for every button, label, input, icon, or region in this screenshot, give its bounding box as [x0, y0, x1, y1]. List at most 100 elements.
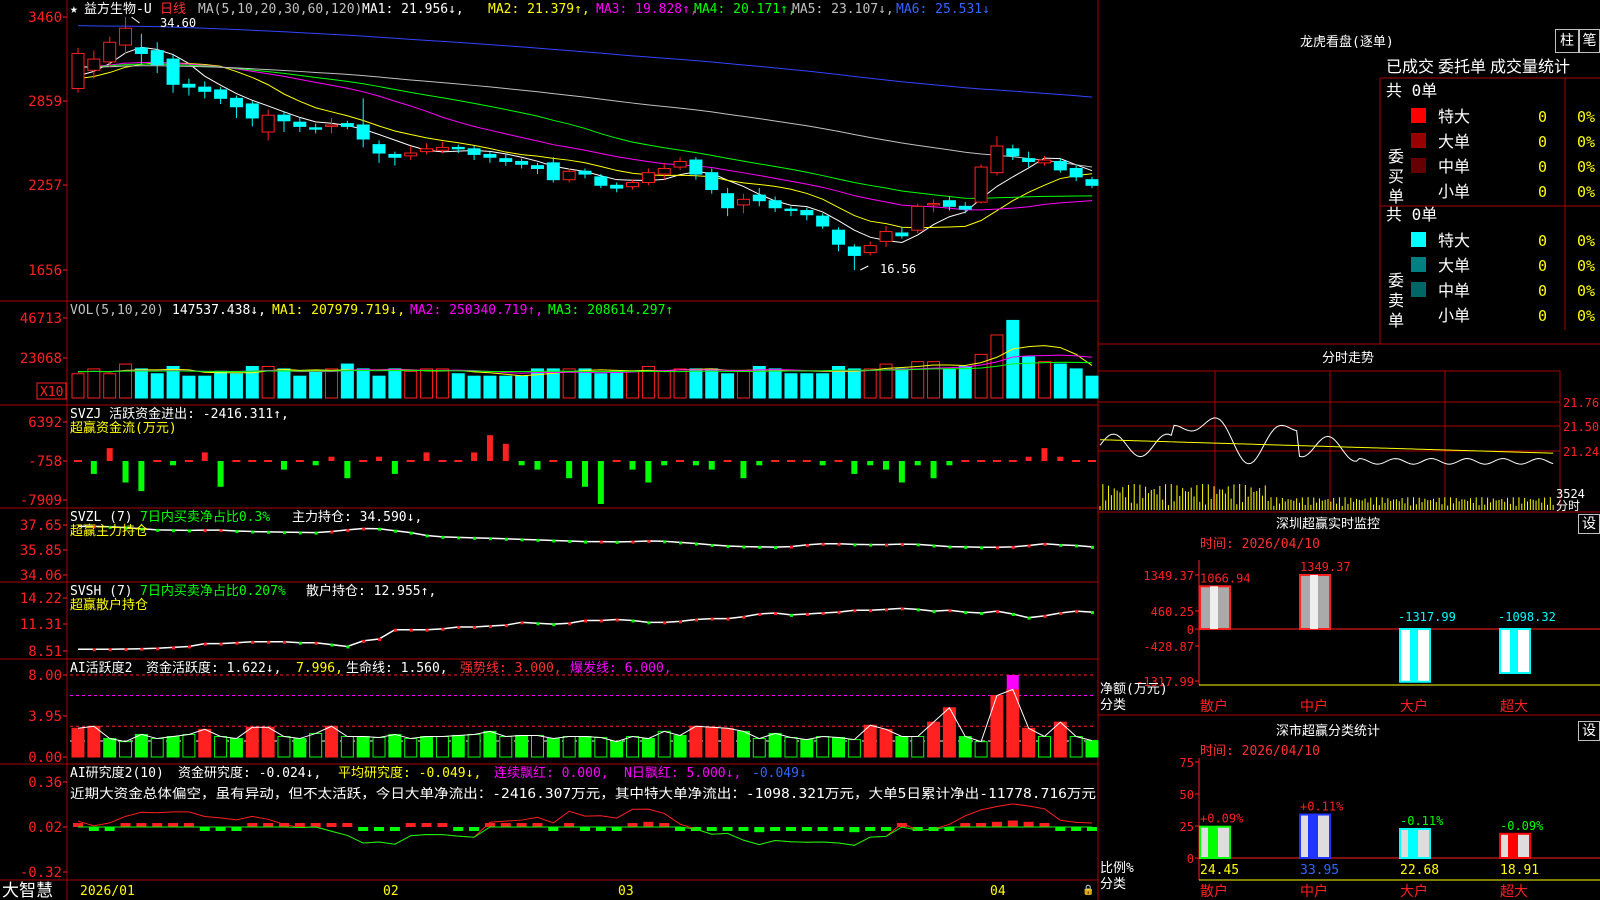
flow-bar	[344, 461, 351, 479]
ma4-value: MA4: 20.171↑,	[694, 2, 796, 17]
volume-bar	[483, 375, 497, 399]
activity-bar	[1085, 740, 1099, 758]
sz-monitor-time: 时间: 2026/04/10	[1200, 537, 1320, 552]
holding-marker	[631, 619, 635, 623]
lock-icon[interactable]: 🔒	[1082, 884, 1094, 896]
candle-body	[245, 103, 259, 119]
flow-bar	[786, 460, 795, 462]
vol-unit: X10	[40, 385, 63, 400]
class-bar-change: -0.09%	[1500, 819, 1544, 833]
candle-body	[578, 170, 592, 175]
monitor-axis-label: 0	[1187, 623, 1194, 637]
candle-body	[293, 121, 307, 127]
holding-marker	[251, 530, 255, 534]
flow-bar	[802, 460, 811, 462]
candle-body	[261, 114, 275, 133]
research-bar	[168, 823, 179, 827]
svzj-sub: 超赢资金流(万元)	[70, 420, 177, 436]
favorite-star-icon[interactable]: ★	[70, 2, 78, 17]
holding-marker	[1091, 545, 1094, 549]
order-pct: 0%	[1577, 307, 1595, 325]
candle-body	[847, 246, 861, 256]
class-axis-label: 75	[1180, 756, 1194, 770]
candle-body	[641, 172, 655, 183]
holding-marker	[568, 622, 572, 626]
volume-bar	[103, 373, 117, 399]
class-settings-button[interactable]: 设	[1578, 721, 1600, 741]
holding-marker	[1027, 616, 1031, 620]
holding-marker	[187, 529, 191, 533]
tab-orders[interactable]: 委托单	[1438, 57, 1486, 76]
holding-marker	[758, 545, 762, 549]
flow-bar	[471, 452, 478, 461]
svsh-info: 7日内买卖净占比0.207%	[140, 583, 286, 599]
order-count: 0	[1538, 307, 1547, 325]
flow-bar	[771, 460, 780, 462]
flow-bar	[1088, 460, 1096, 462]
holding-marker	[837, 542, 841, 546]
research-bar	[421, 823, 432, 827]
tab-volume-stats[interactable]: 成交量统计	[1490, 57, 1570, 76]
tab-filled[interactable]: 已成交	[1386, 57, 1434, 76]
ai-research-comment: 近期大资金总体偏空，虽有异动，但不太活跃，今日大单净流出：-2416.307万元…	[70, 786, 1096, 802]
monitor-bar-highlight	[1410, 629, 1418, 682]
holding-marker	[504, 537, 508, 541]
research-bar	[1055, 827, 1066, 831]
research-bar	[342, 823, 353, 827]
holding-marker	[425, 534, 429, 538]
volume-bar	[134, 368, 148, 399]
candle-body	[229, 97, 243, 108]
research-bar	[231, 827, 242, 831]
holding-marker	[235, 641, 239, 645]
holding-marker	[615, 618, 619, 622]
trading-terminal-canvas: 3460 2859 2257 1656 46713 23068 X10 6392 -758 -…	[0, 0, 1600, 900]
volume-bar	[768, 368, 782, 399]
research-bar	[215, 827, 226, 831]
class-x-label: 分类	[1100, 877, 1126, 892]
class-axis-label: 25	[1180, 820, 1194, 834]
svsh-extra: 散户持仓: 12.955↑,	[306, 583, 436, 599]
vol-value: 147537.438↓,	[172, 303, 266, 318]
activity-bar	[87, 725, 101, 758]
high-annotation: 34.60	[160, 16, 196, 30]
holding-marker	[441, 535, 445, 539]
sz-class-title: 深市超赢分类统计	[1276, 723, 1380, 739]
activity-bar	[103, 738, 117, 758]
period-label[interactable]: 日线	[160, 2, 186, 17]
intraday-sub: 分时	[1556, 499, 1580, 513]
activity-bar	[847, 739, 861, 758]
holding-marker	[1059, 543, 1063, 547]
volume-bar	[736, 370, 750, 399]
holding-marker	[663, 621, 667, 625]
activity-bar	[895, 736, 909, 758]
side-label-char: 委	[1388, 271, 1404, 290]
monitor-settings-button[interactable]: 设	[1578, 514, 1600, 534]
holding-marker	[330, 530, 334, 534]
activity-bar	[911, 736, 925, 758]
holding-marker	[758, 612, 762, 616]
volume-bar	[530, 368, 544, 399]
candle-body	[182, 83, 196, 88]
research-bar	[1007, 820, 1018, 827]
activity-bar	[562, 736, 576, 758]
axis-tick-label: 35.85	[20, 543, 62, 559]
pillar-view-button[interactable]: 柱	[1555, 29, 1579, 53]
holding-marker	[488, 625, 492, 629]
activity-bar	[261, 726, 275, 758]
candle-body	[1053, 160, 1067, 171]
holding-marker	[584, 619, 587, 623]
class-category: 超大	[1500, 884, 1528, 900]
price-header: ★ 益方生物-U 日线 MA(5,10,20,30,60,120) MA1: 2…	[70, 1, 990, 17]
monitor-bar-label: 1066.94	[1200, 571, 1251, 585]
ai-research-p2: 平均研究度: -0.049↓,	[338, 765, 481, 781]
research-bar	[627, 823, 638, 827]
holding-marker	[457, 536, 461, 540]
candle-body	[119, 27, 133, 46]
activity-bar	[229, 738, 243, 758]
holding-marker	[584, 540, 587, 544]
candle-body	[420, 148, 434, 153]
order-color-swatch	[1411, 282, 1426, 297]
candle-body	[562, 170, 576, 181]
axis-tick-label: 0.36	[28, 775, 62, 791]
pen-view-button[interactable]: 笔	[1579, 29, 1600, 53]
